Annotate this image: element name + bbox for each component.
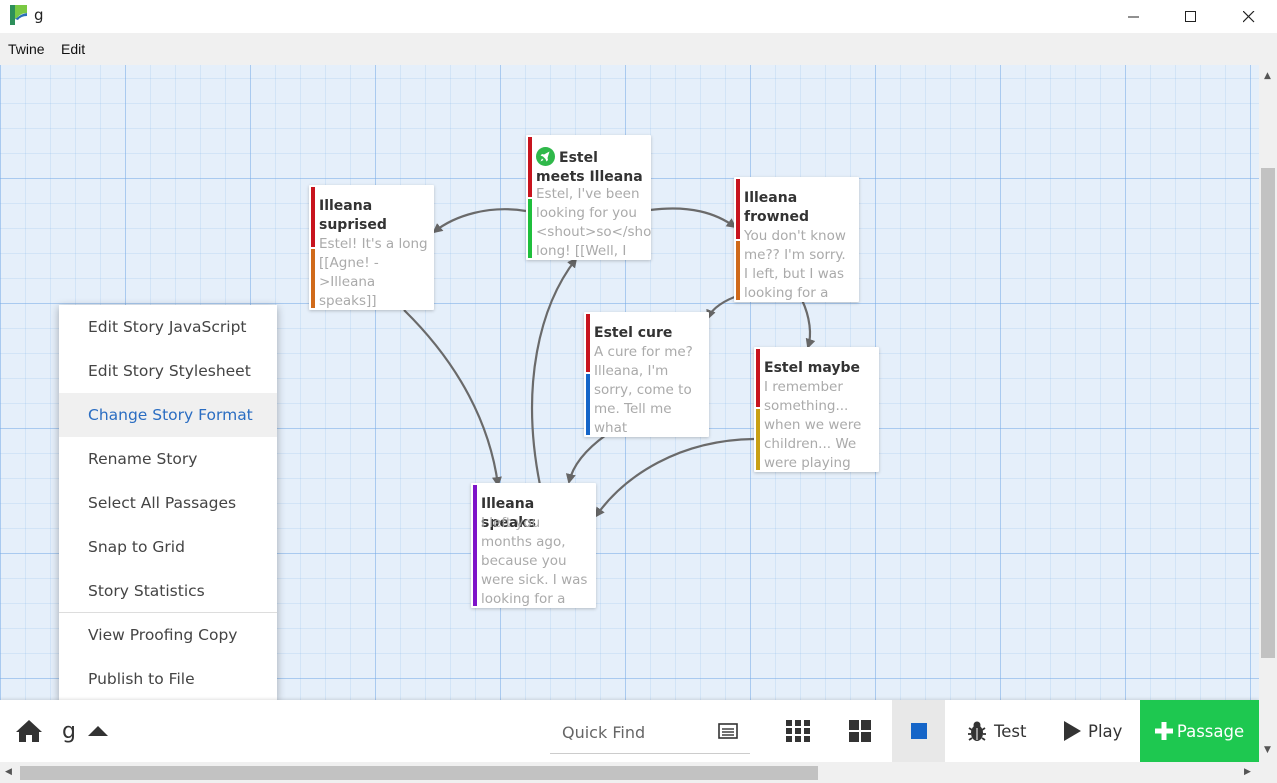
passage-illeana-suprised[interactable]: Illeana suprised Estel! It's a long [[Ag… (309, 185, 434, 310)
passage-excerpt: Estel! It's a long [[Agne! - >Illeana sp… (319, 236, 428, 309)
test-button[interactable]: Test (966, 700, 1027, 762)
highlight-options-button[interactable] (718, 700, 738, 762)
story-name: g (62, 718, 76, 744)
link-estel-to-suprised (432, 208, 527, 234)
passage-tag-stripe (756, 409, 760, 470)
passage-excerpt: A cure for me? Illeana, I'm sorry, come … (594, 344, 693, 436)
scroll-down-icon[interactable]: ▼ (1264, 745, 1271, 755)
minimize-button[interactable] (1105, 0, 1163, 33)
passage-tag-stripe (736, 241, 740, 300)
menu-snap-to-grid[interactable]: Snap to Grid (59, 525, 277, 569)
passage-tag-stripe (528, 137, 532, 197)
close-icon (1243, 10, 1255, 22)
menu-story-statistics[interactable]: Story Statistics (59, 569, 277, 613)
horizontal-scroll-thumb[interactable] (20, 766, 818, 780)
vertical-scrollbar[interactable]: ▲ ▼ (1259, 65, 1277, 762)
passage-tag-stripe (311, 249, 315, 308)
minimize-icon (1128, 16, 1139, 17)
zoom-medium-button[interactable] (849, 700, 871, 762)
grid-small-icon (786, 720, 810, 742)
passage-title: Illeana suprised (319, 198, 387, 233)
passage-tag-stripe (473, 485, 477, 606)
menu-view-proofing-copy[interactable]: View Proofing Copy (59, 613, 277, 657)
add-passage-button[interactable]: Passage (1140, 700, 1259, 762)
passage-title: Estel meets Illeana (536, 147, 647, 187)
passage-tag-stripe (736, 179, 740, 239)
passage-tag-stripe (586, 374, 590, 435)
maximize-button[interactable] (1162, 0, 1220, 33)
story-context-menu: Edit Story JavaScript Edit Story Stylesh… (59, 305, 277, 701)
story-menu-button[interactable]: g (62, 700, 110, 762)
passage-excerpt: Estel, I've been looking for you <shout>… (536, 186, 651, 259)
list-icon (718, 723, 738, 739)
passage-illeana-frowned[interactable]: Illeana frowned You don't know me?? I'm … (734, 177, 859, 302)
play-label: Play (1088, 721, 1123, 741)
link-suprised-to-speaks (403, 309, 502, 487)
passage-estel-cure[interactable]: Estel cure A cure for me? Illeana, I'm s… (584, 312, 709, 437)
twine-logo-icon (10, 5, 27, 25)
link-speaks-to-estel (531, 257, 578, 486)
zoom-large-button[interactable] (892, 700, 945, 762)
scroll-up-icon[interactable]: ▲ (1264, 71, 1271, 81)
menu-edit-story-stylesheet[interactable]: Edit Story Stylesheet (59, 349, 277, 393)
menu-select-all-passages[interactable]: Select All Passages (59, 481, 277, 525)
passage-tag-stripe (528, 199, 532, 258)
link-estel-to-frowned (649, 207, 737, 229)
story-toolbar: g Quick Find Test Play Passage (0, 700, 1259, 762)
scroll-left-icon[interactable]: ◀ (5, 767, 12, 777)
menu-bar: Twine Edit (0, 33, 1277, 65)
square-icon (910, 723, 927, 739)
test-label: Test (994, 721, 1027, 741)
menu-twine[interactable]: Twine (8, 41, 45, 57)
scroll-right-icon[interactable]: ▶ (1244, 767, 1251, 777)
passage-title: Estel maybe (764, 360, 861, 376)
home-icon (16, 720, 42, 742)
passage-tag-stripe (586, 314, 590, 372)
passage-excerpt: You don't know me?? I'm sorry. I left, b… (744, 228, 846, 301)
menu-edit-story-javascript[interactable]: Edit Story JavaScript (59, 305, 277, 349)
grid-medium-icon (849, 720, 871, 742)
horizontal-scrollbar[interactable]: ◀ ▶ (0, 762, 1277, 783)
passage-title: Estel cure (594, 325, 673, 341)
zoom-small-button[interactable] (786, 700, 810, 762)
passage-illeana-speaks[interactable]: Illeana speaks I left you months ago, be… (471, 483, 596, 608)
play-icon (1064, 721, 1081, 741)
rocket-icon (536, 147, 555, 166)
menu-rename-story[interactable]: Rename Story (59, 437, 277, 481)
library-button[interactable] (14, 700, 44, 762)
passage-excerpt: I remember something... when we were chi… (764, 379, 862, 471)
menu-edit[interactable]: Edit (61, 41, 85, 57)
link-cure-to-speaks (565, 434, 607, 484)
menu-publish-to-file[interactable]: Publish to File (59, 657, 277, 701)
close-button[interactable] (1220, 0, 1277, 33)
play-button[interactable]: Play (1062, 700, 1122, 762)
passage-tag-stripe (756, 349, 760, 407)
link-frowned-to-maybe (801, 299, 816, 349)
maximize-icon (1185, 10, 1196, 22)
passage-estel-meets-illeana[interactable]: Estel meets Illeana Estel, I've been loo… (526, 135, 651, 260)
link-maybe-to-speaks (594, 437, 755, 518)
passage-estel-maybe[interactable]: Estel maybe I remember something... when… (754, 347, 879, 472)
passage-tag-stripe (311, 187, 315, 247)
passage-excerpt: I left you months ago, because you were … (481, 515, 588, 607)
menu-change-story-format[interactable]: Change Story Format (59, 393, 277, 437)
passage-label: Passage (1176, 721, 1245, 741)
passage-title: Illeana frowned (744, 190, 810, 225)
bug-icon (968, 721, 986, 741)
window-title: g (34, 6, 44, 24)
caret-up-icon (87, 726, 108, 736)
vertical-scroll-thumb[interactable] (1261, 168, 1275, 658)
title-bar: g (0, 0, 1277, 33)
plus-icon (1154, 722, 1173, 740)
